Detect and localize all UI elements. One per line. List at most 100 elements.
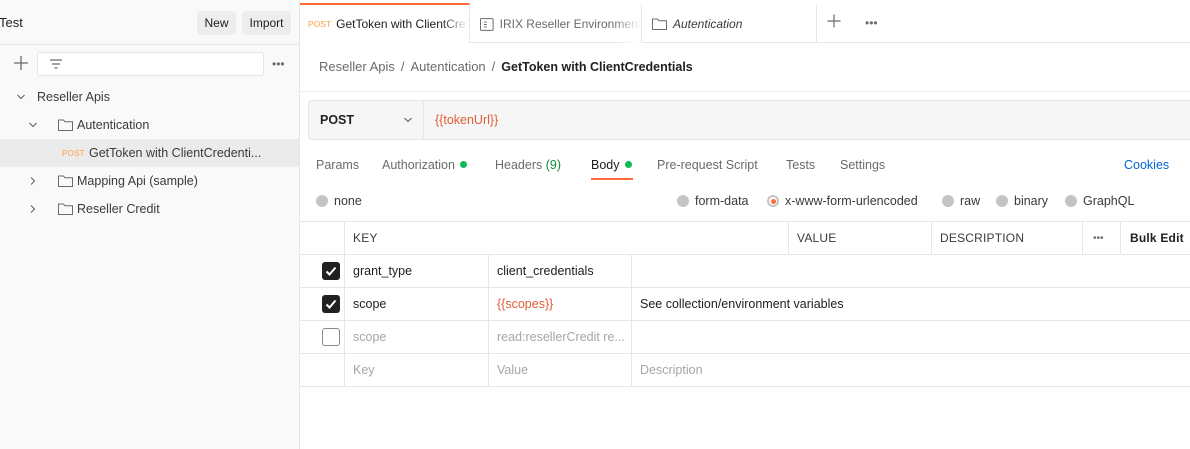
chevron-down-icon[interactable] <box>28 120 38 130</box>
url-input[interactable]: {{tokenUrl}} <box>435 113 498 127</box>
table-row: scope {{scopes}} See collection/environm… <box>300 288 1190 321</box>
radio-button[interactable] <box>942 195 954 207</box>
radio-label: GraphQL <box>1083 194 1135 208</box>
radio-raw[interactable]: raw <box>942 194 980 208</box>
tree-item-label: Autentication <box>77 118 150 132</box>
breadcrumb: Reseller Apis / Autentication / GetToken wit… <box>319 59 693 74</box>
plus-icon[interactable] <box>12 54 30 72</box>
tab-label: Authorization <box>382 158 455 172</box>
tab-label: Body <box>591 158 620 172</box>
key-input[interactable]: Key <box>344 354 488 386</box>
filter-icon <box>50 59 62 69</box>
body-mode-radios: none form-data x-www-form-urlencoded raw… <box>300 190 1190 212</box>
radio-binary[interactable]: binary <box>996 194 1048 208</box>
tab-tests[interactable]: Tests <box>786 158 815 172</box>
breadcrumb-item[interactable]: Autentication <box>411 59 486 74</box>
tab-label: Params <box>316 158 360 172</box>
radio-label: binary <box>1014 194 1049 208</box>
headers-count: (9) <box>545 158 562 172</box>
row-enabled-checkbox[interactable] <box>322 295 340 313</box>
chevron-down-icon[interactable] <box>16 92 26 102</box>
request-subtabs: Params Authorization Headers (9) Body Pr… <box>300 150 1190 182</box>
import-button[interactable]: Import <box>242 11 291 35</box>
tab-autentication[interactable]: Autentication <box>642 5 817 43</box>
radio-label: x-www-form-urlencoded <box>785 194 918 208</box>
tab-bar: POST GetToken with ClientCre IRIX Resell… <box>300 0 1190 43</box>
tree-item-label: Reseller Credit <box>77 202 160 216</box>
workspace-name: Test <box>0 15 23 30</box>
column-header-value: VALUE <box>797 231 837 245</box>
description-cell[interactable] <box>631 321 1190 353</box>
tab-headers[interactable]: Headers (9) <box>495 158 561 172</box>
radio-button[interactable] <box>316 195 328 207</box>
tree-item-label: Reseller Apis <box>37 90 110 104</box>
tab-environment[interactable]: IRIX Reseller Environment <box>470 5 642 43</box>
folder-icon <box>58 175 73 187</box>
description-cell[interactable]: See collection/environment variables <box>631 288 1190 320</box>
tree-request-gettoken[interactable]: POST GetToken with ClientCredenti... <box>0 139 299 167</box>
folder-icon <box>652 18 667 30</box>
column-header-key: KEY <box>353 231 378 245</box>
table-more-options-icon[interactable]: ••• <box>1093 233 1104 244</box>
key-cell[interactable]: scope <box>344 321 488 353</box>
tab-label: Autentication <box>673 17 743 31</box>
tab-settings[interactable]: Settings <box>840 158 885 172</box>
main-panel: POST GetToken with ClientCre IRIX Resell… <box>300 0 1190 449</box>
radio-button[interactable] <box>1065 195 1077 207</box>
breadcrumb-item[interactable]: Reseller Apis <box>319 59 395 74</box>
tab-label: Settings <box>840 158 886 172</box>
chevron-right-icon[interactable] <box>28 176 38 186</box>
cookies-link[interactable]: Cookies <box>1124 158 1169 172</box>
radio-button[interactable] <box>677 195 689 207</box>
radio-label: form-data <box>695 194 749 208</box>
tab-label: Headers <box>495 158 543 172</box>
chevron-down-icon <box>404 117 412 123</box>
tab-more-options-icon[interactable]: ••• <box>865 16 878 30</box>
tab-authorization[interactable]: Authorization <box>382 158 467 172</box>
method-value: POST <box>320 113 355 127</box>
value-cell[interactable]: read:resellerCredit re... <box>488 321 631 353</box>
radio-x-www-form-urlencoded[interactable]: x-www-form-urlencoded <box>767 194 918 208</box>
tab-label: Pre-request Script <box>657 158 758 172</box>
value-input[interactable]: Value <box>488 354 631 386</box>
value-cell[interactable]: {{scopes}} <box>488 288 631 320</box>
filter-input[interactable] <box>37 52 264 76</box>
tree-collection-reseller-apis[interactable]: Reseller Apis <box>0 83 299 111</box>
description-input[interactable]: Description <box>631 354 1190 386</box>
tab-body[interactable]: Body <box>591 158 632 172</box>
row-enabled-checkbox[interactable] <box>322 328 340 346</box>
description-cell[interactable] <box>631 255 1190 287</box>
tree-folder-reseller-credit[interactable]: Reseller Credit <box>0 195 299 223</box>
chevron-right-icon[interactable] <box>28 204 38 214</box>
key-cell[interactable]: scope <box>344 288 488 320</box>
tab-pre-request-script[interactable]: Pre-request Script <box>657 158 758 172</box>
bulk-edit-button[interactable]: Bulk Edit <box>1121 222 1190 254</box>
table-header-row: KEY VALUE DESCRIPTION ••• Bulk Edit <box>300 221 1190 255</box>
new-button[interactable]: New <box>197 11 236 35</box>
radio-graphql[interactable]: GraphQL <box>1065 194 1134 208</box>
tab-gettoken[interactable]: POST GetToken with ClientCre <box>300 3 470 43</box>
table-row-new: Key Value Description <box>300 354 1190 387</box>
folder-icon <box>58 119 73 131</box>
tab-params[interactable]: Params <box>316 158 359 172</box>
method-badge: POST <box>308 19 332 29</box>
value-cell[interactable]: client_credentials <box>488 255 631 287</box>
radio-form-data[interactable]: form-data <box>677 194 749 208</box>
key-cell[interactable]: grant_type <box>344 255 488 287</box>
tree-folder-mapping-api[interactable]: Mapping Api (sample) <box>0 167 299 195</box>
tree-folder-autentication[interactable]: Autentication <box>0 111 299 139</box>
radio-none[interactable]: none <box>316 194 362 208</box>
sidebar-header: Test New Import <box>0 0 299 45</box>
table-row: grant_type client_credentials <box>300 255 1190 288</box>
environment-icon <box>480 17 494 31</box>
row-enabled-checkbox[interactable] <box>322 262 340 280</box>
new-tab-plus-icon[interactable] <box>827 14 841 28</box>
request-title[interactable]: GetToken with ClientCredentials <box>501 60 692 74</box>
more-options-icon[interactable]: ••• <box>272 57 285 71</box>
breadcrumb-separator: / <box>400 59 405 74</box>
tab-label: Tests <box>786 158 816 172</box>
radio-button-selected[interactable] <box>767 195 779 207</box>
method-select[interactable]: POST <box>309 101 424 139</box>
radio-button[interactable] <box>996 195 1008 207</box>
active-tab-indicator <box>591 178 633 180</box>
